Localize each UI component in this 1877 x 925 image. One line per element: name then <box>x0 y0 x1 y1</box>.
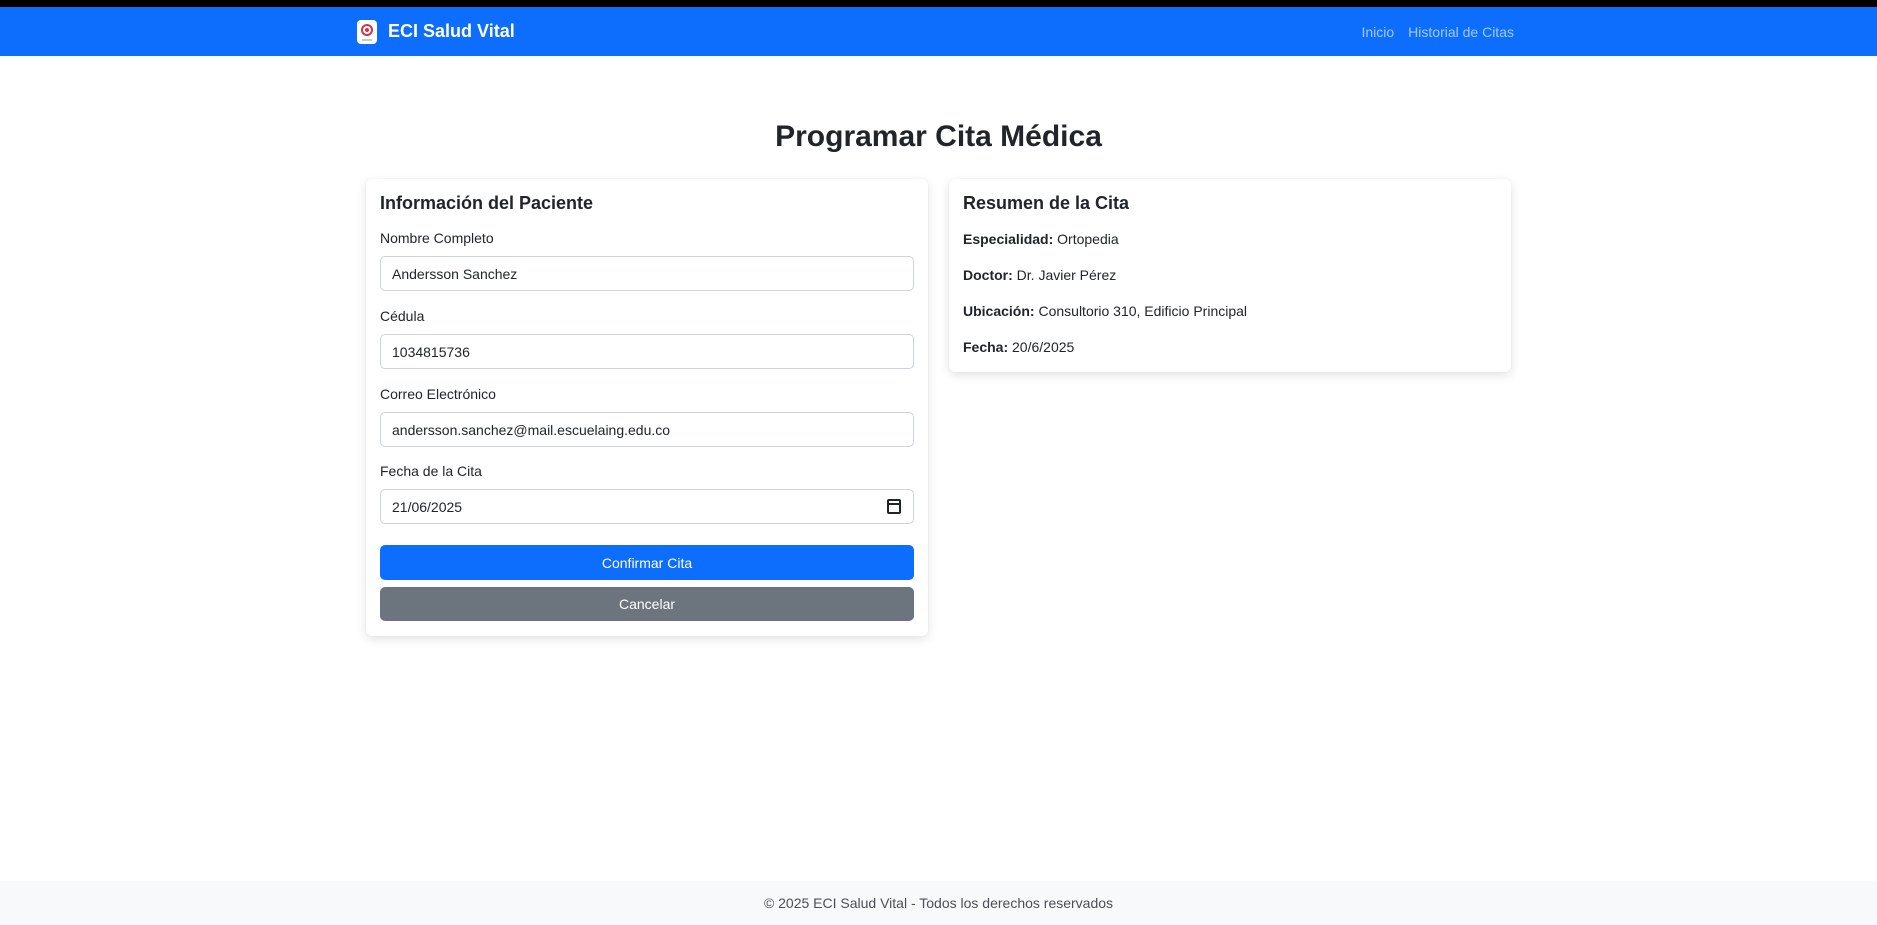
top-strip <box>0 0 1877 7</box>
nav-link-inicio[interactable]: Inicio <box>1361 24 1394 40</box>
email-input[interactable]: andersson.sanchez@mail.escuelaing.edu.co <box>380 412 914 447</box>
date-input[interactable]: 21/06/2025 <box>380 489 914 524</box>
summary-row-doctor: Doctor: Dr. Javier Pérez <box>963 267 1116 283</box>
summary-value: 20/6/2025 <box>1012 339 1075 355</box>
brand-name: ECI Salud Vital <box>388 21 515 41</box>
summary-row-date: Fecha: 20/6/2025 <box>963 339 1074 355</box>
summary-key: Especialidad: <box>963 231 1058 247</box>
footer-text: © 2025 ECI Salud Vital - Todos los derec… <box>763 895 1114 911</box>
name-input[interactable]: Andersson Sanchez <box>380 256 914 291</box>
patient-info-card: Información del Paciente Nombre Completo… <box>366 179 928 636</box>
date-label: Fecha de la Cita <box>380 463 482 479</box>
page-title: Programar Cita Médica <box>775 120 1102 153</box>
summary-value: Consultorio 310, Edificio Principal <box>1038 303 1248 319</box>
email-label: Correo Electrónico <box>380 386 496 402</box>
nav-links: Inicio Historial de Citas <box>1361 7 1514 56</box>
summary-row-specialty: Especialidad: Ortopedia <box>963 231 1119 247</box>
summary-key: Ubicación: <box>963 303 1039 319</box>
summary-key: Doctor: <box>963 267 1017 283</box>
id-label: Cédula <box>380 308 425 324</box>
confirm-button[interactable]: Confirmar Cita <box>380 545 914 580</box>
cancel-button[interactable]: Cancelar <box>380 587 914 621</box>
nav-link-historial[interactable]: Historial de Citas <box>1408 24 1514 40</box>
email-value: andersson.sanchez@mail.escuelaing.edu.co <box>392 421 671 438</box>
patient-card-title: Información del Paciente <box>380 193 594 213</box>
appointment-summary-card: Resumen de la Cita Especialidad: Ortoped… <box>949 179 1511 372</box>
calendar-icon[interactable] <box>887 499 901 514</box>
summary-row-location: Ubicación: Consultorio 310, Edificio Pri… <box>963 303 1247 319</box>
name-value: Andersson Sanchez <box>392 265 518 282</box>
summary-value: Dr. Javier Pérez <box>1016 267 1117 283</box>
summary-value: Ortopedia <box>1057 231 1119 247</box>
summary-key: Fecha: <box>963 339 1013 355</box>
footer: © 2025 ECI Salud Vital - Todos los derec… <box>0 881 1877 925</box>
id-input[interactable]: 1034815736 <box>380 334 914 369</box>
name-label: Nombre Completo <box>380 230 494 246</box>
summary-card-title: Resumen de la Cita <box>963 193 1130 213</box>
brand[interactable]: ECI Salud Vital <box>357 7 515 56</box>
navbar: ECI Salud Vital Inicio Historial de Cita… <box>0 7 1877 56</box>
medical-logo-icon <box>357 19 377 44</box>
id-value: 1034815736 <box>392 343 470 360</box>
date-value: 21/06/2025 <box>392 498 463 515</box>
